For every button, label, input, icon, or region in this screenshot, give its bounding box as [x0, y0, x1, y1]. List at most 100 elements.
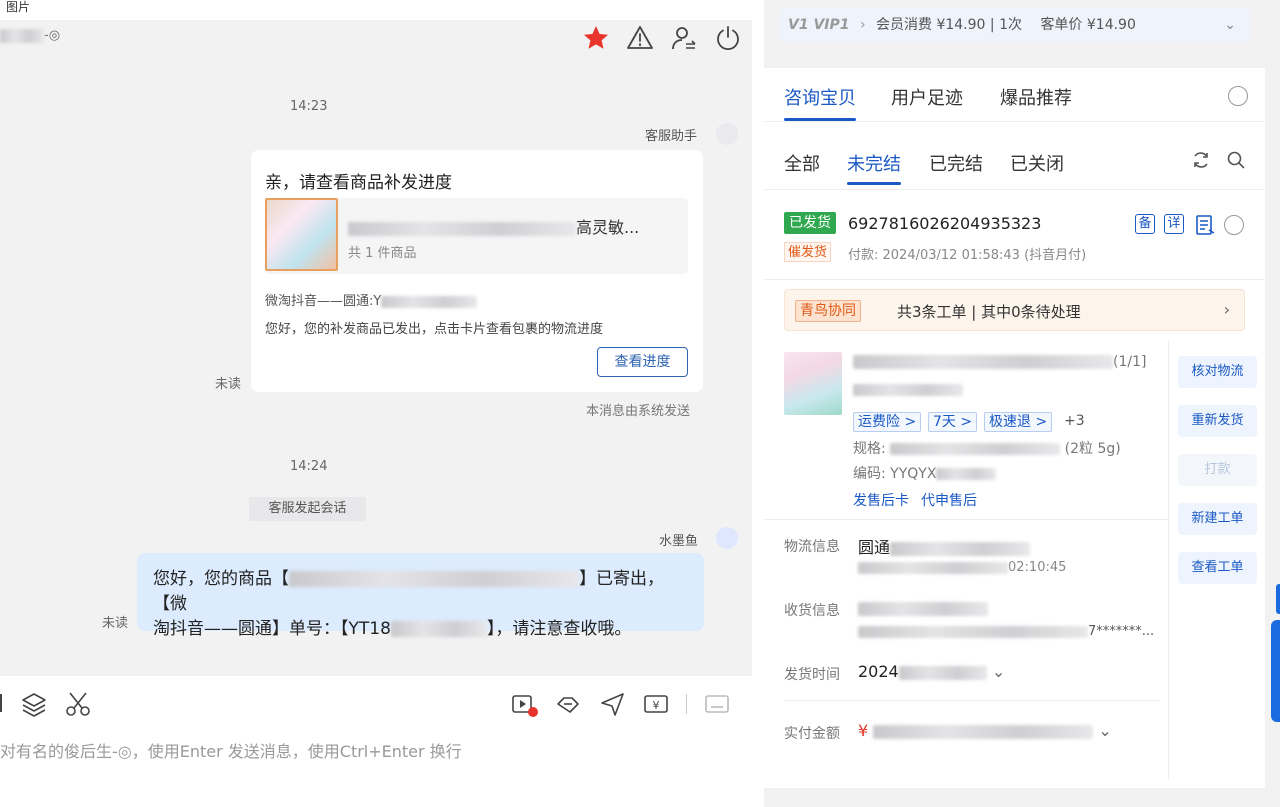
apply-after-sale-link[interactable]: 代申售后 [921, 490, 977, 510]
chevron-down-icon[interactable] [1228, 86, 1248, 106]
agent-name: 水墨鱼 [659, 534, 699, 549]
handshake-icon[interactable] [554, 690, 582, 718]
coupon-icon[interactable]: ¥ [642, 690, 670, 718]
vip-bar[interactable]: V1 VIP1 › 会员消费 ¥14.90 | 1次 客单价 ¥14.90 ⌄ [780, 8, 1250, 42]
bubble-line2-prefix: 淘抖音——圆通】单号：【YT18 [153, 619, 391, 639]
composer[interactable]: ¥ 对有名的俊后生-◎，使用Enter 发送消息，使用Ctrl+Enter 换行 [0, 676, 752, 807]
tag-fast-refund[interactable]: 极速退 > [984, 412, 1053, 432]
logistics-time: 02:10:45 [858, 560, 1066, 575]
floating-edge-handle[interactable] [1276, 584, 1280, 614]
logistics-value[interactable]: 圆通 [858, 534, 1031, 558]
card-goods[interactable]: 高灵敏... 共 1 件商品 [265, 198, 688, 274]
logistics-carrier: 圆通 [858, 538, 891, 557]
check-logistics-button[interactable]: 核对物流 [1178, 356, 1257, 388]
layers-icon[interactable] [20, 690, 48, 718]
bubble-tracking-blur [390, 621, 487, 637]
product-title: (1/1] [853, 354, 1146, 370]
tab-closed[interactable]: 已关闭 [1010, 150, 1064, 176]
after-sale-card-link[interactable]: 发售后卡 [853, 490, 909, 510]
unread-label: 未读 [215, 377, 242, 392]
bubble-goods-blur [289, 571, 579, 587]
product-spec-tail: (2粒 5g) [1064, 441, 1121, 457]
product-code: 编码: YYQYX [853, 463, 997, 483]
paid-amount-value[interactable]: ¥ ⌄ [858, 721, 1112, 740]
card-shipping-prefix: 微淘抖音——圆通:Y [265, 294, 382, 309]
reship-button[interactable]: 重新发货 [1178, 405, 1257, 437]
chevron-up-icon[interactable] [1224, 215, 1244, 235]
collapse-icon[interactable]: ⌄ [1224, 8, 1236, 42]
svg-text:¥: ¥ [653, 699, 660, 712]
bubble-line1-prefix: 您好，您的商品【 [153, 569, 289, 589]
bubble-line2-suffix: 】，请注意查收哦。 [486, 619, 632, 639]
card-title: 亲，请查看商品补发进度 [265, 173, 452, 193]
reshipment-card[interactable]: 亲，请查看商品补发进度 高灵敏... 共 1 件商品 微淘抖音——圆通:Y 您好… [251, 150, 703, 392]
tab-user-footprint[interactable]: 用户足迹 [891, 84, 963, 110]
send-icon[interactable] [598, 690, 626, 718]
remark-icon[interactable]: 备 [1135, 214, 1155, 234]
tag-more[interactable]: +3 [1060, 412, 1089, 432]
product-spec: 规格: (2粒 5g) [853, 438, 1121, 458]
paid-currency: ¥ [858, 721, 869, 740]
tag-seven-days[interactable]: 7天 > [928, 412, 978, 432]
receiver-address-blur [858, 625, 1088, 638]
logistics-tracking-blur [890, 541, 1031, 556]
search-icon[interactable] [1226, 150, 1246, 170]
helper-avatar [716, 123, 738, 145]
star-icon[interactable] [582, 24, 610, 52]
chevron-right-icon: › [1223, 300, 1230, 319]
receiver-name-blur [858, 601, 988, 616]
contact-name: -◎ [0, 28, 60, 43]
order-id[interactable]: 6927816026204935323 [848, 214, 1041, 233]
tab-unfinished[interactable]: 未完结 [847, 150, 901, 185]
tab-consult-goods[interactable]: 咨询宝贝 [784, 84, 856, 121]
goods-name-tail: 高灵敏... [576, 218, 640, 237]
window-title: 图片 [6, 0, 31, 14]
tab-hot-recommend[interactable]: 爆品推荐 [1000, 84, 1072, 110]
main-tabs: 咨询宝贝 用户足迹 爆品推荐 [764, 68, 1265, 122]
goods-count: 共 1 件商品 [348, 246, 417, 261]
product-thumbnail [784, 352, 842, 415]
refresh-icon[interactable] [1191, 150, 1211, 170]
urge-ship-badge: 催发货 [784, 242, 832, 262]
message-input[interactable]: 对有名的俊后生-◎，使用Enter 发送消息，使用Ctrl+Enter 换行 [0, 738, 462, 762]
view-progress-button[interactable]: 查看进度 [597, 347, 688, 377]
power-icon[interactable] [714, 24, 742, 52]
floating-side-button[interactable] [1271, 620, 1280, 722]
product-price-blur [853, 384, 963, 396]
product-code-label: 编码: [853, 466, 886, 482]
pay-time: 付款: 2024/03/12 01:58:43 (抖音月付) [848, 248, 1087, 263]
scissors-icon[interactable] [64, 690, 92, 718]
goods-thumbnail [265, 198, 338, 271]
unread-label: 未读 [102, 616, 129, 631]
keyboard-icon[interactable] [703, 690, 731, 718]
edit-note-icon[interactable] [1194, 214, 1216, 236]
order-header: 已发货 6927816026204935323 催发货 付款: 2024/03/… [764, 190, 1265, 280]
receiver-address-tail: 7*******... [1088, 624, 1155, 639]
message-bubble[interactable]: 您好，您的商品【 】已寄出，【微 淘抖音——圆通】单号：【YT18 】，请注意查收哦… [137, 553, 704, 639]
warning-icon[interactable] [626, 24, 654, 52]
tab-all[interactable]: 全部 [784, 150, 820, 176]
helper-sender-name: 客服助手 [645, 129, 698, 144]
toolbar-edge-icon[interactable] [0, 694, 2, 712]
tag-freight-insurance[interactable]: 运费险 > [853, 412, 922, 432]
work-order-banner[interactable]: 青鸟协同 共3条工单 | 其中0条待处理 › [784, 289, 1245, 331]
tab-finished[interactable]: 已完结 [929, 150, 983, 176]
video-icon[interactable] [510, 690, 538, 718]
section-divider [784, 700, 1160, 701]
logistics-time-blur [858, 561, 1008, 574]
logistics-time-value: 02:10:45 [1008, 560, 1067, 575]
detail-icon[interactable]: 详 [1164, 214, 1184, 234]
ship-time-blur [898, 665, 987, 680]
new-work-order-button[interactable]: 新建工单 [1178, 503, 1257, 535]
receiver-name [858, 598, 988, 617]
transfer-user-icon[interactable] [670, 24, 698, 52]
product-title-blur [853, 355, 1113, 369]
chevron-down-icon: ⌄ [1098, 721, 1112, 740]
timestamp: 14:23 [290, 99, 328, 114]
ship-time-value[interactable]: 2024 ⌄ [858, 662, 1005, 681]
view-work-order-button[interactable]: 查看工单 [1178, 552, 1257, 584]
payout-button[interactable]: 打款 [1178, 454, 1257, 486]
agent-avatar [716, 527, 738, 549]
contact-name-suffix: -◎ [44, 28, 61, 43]
vip-level: V1 VIP1 [788, 17, 850, 33]
